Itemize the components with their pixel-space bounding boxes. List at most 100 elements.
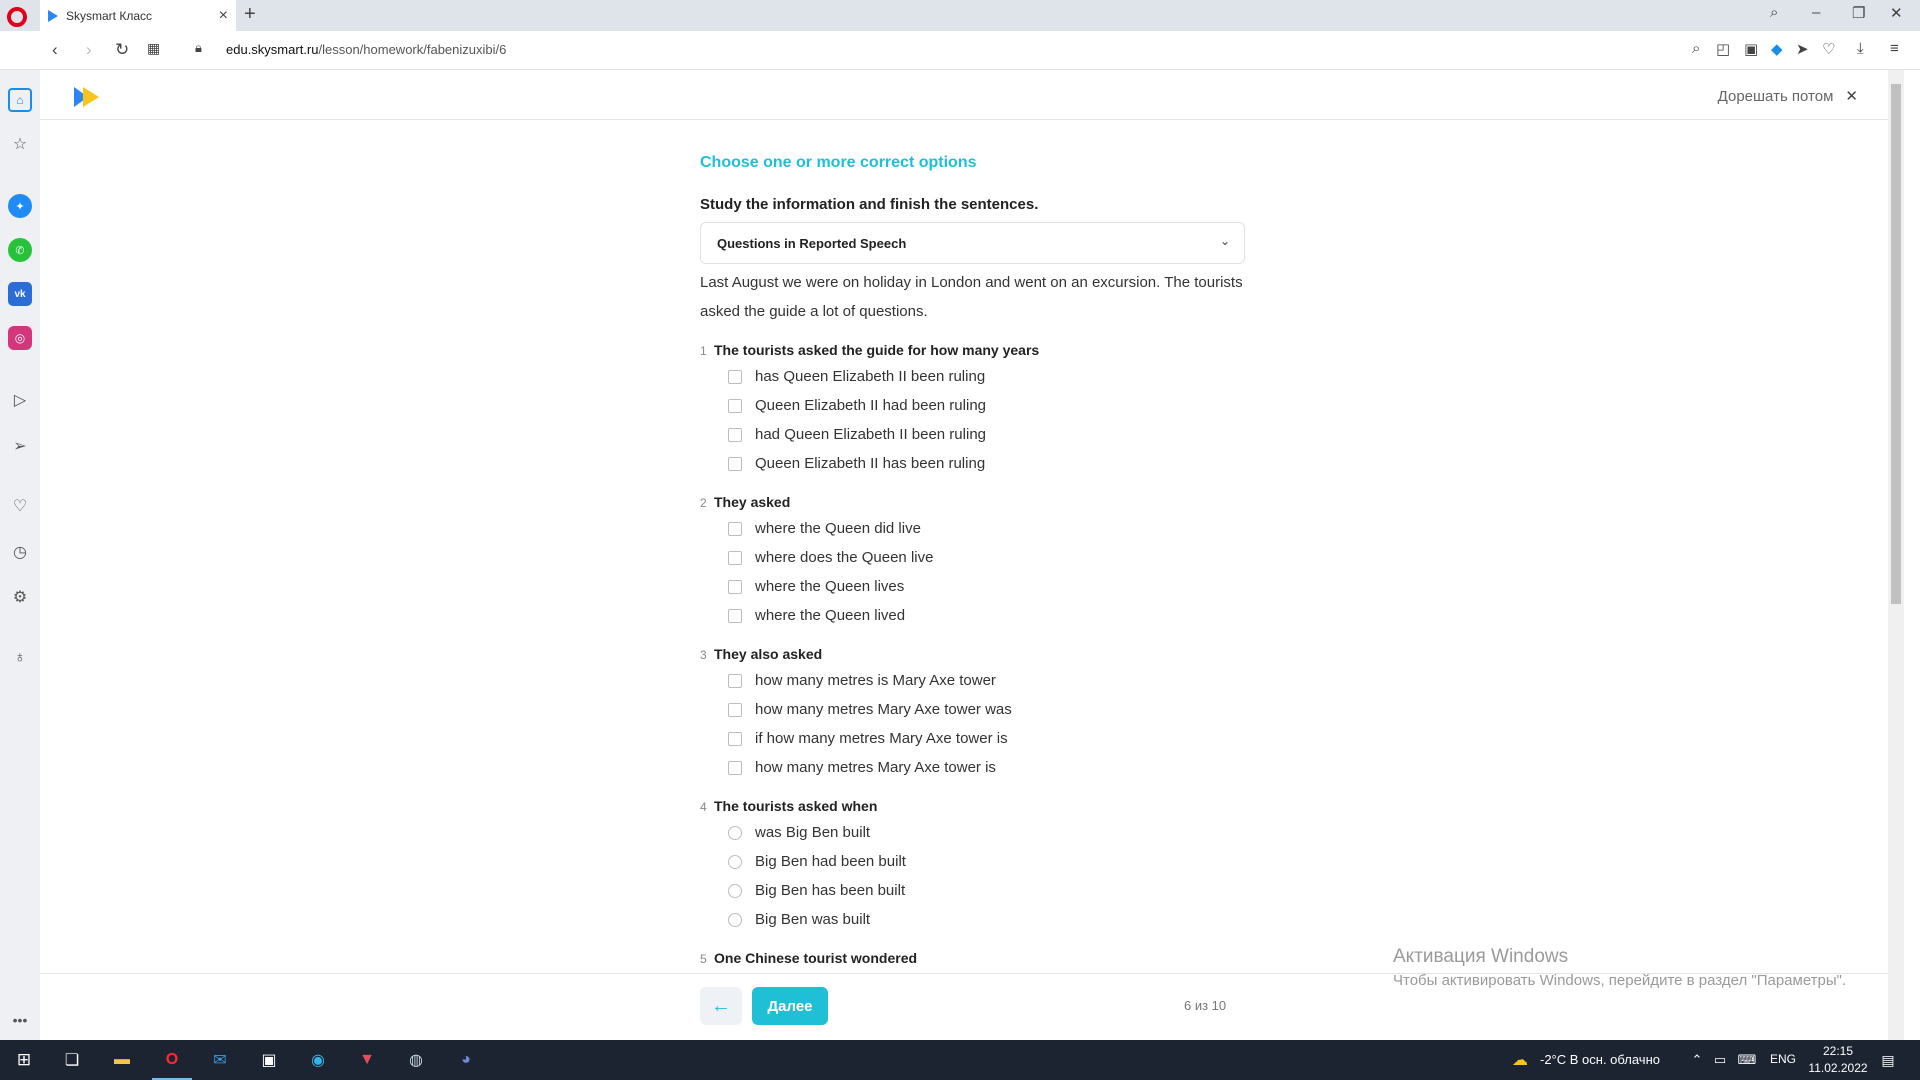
checkbox[interactable] (728, 760, 742, 775)
option-radio[interactable]: was Big Ben built (700, 818, 1245, 847)
camera-icon[interactable]: ▣ (1744, 40, 1758, 58)
my-flow-icon[interactable]: ➢ (8, 434, 32, 458)
file-explorer-icon[interactable]: ▬ (110, 1048, 134, 1072)
search-tabs-icon[interactable]: ⌕ (1770, 4, 1778, 21)
checkbox[interactable] (728, 673, 742, 688)
clock-date[interactable]: 11.02.2022 (1808, 1061, 1868, 1075)
network-icon[interactable]: ▭ (1708, 1048, 1732, 1072)
search-icon[interactable]: ⌕ (1692, 40, 1700, 57)
store-icon[interactable]: ▣ (257, 1048, 281, 1072)
checkbox[interactable] (728, 427, 742, 442)
heart-icon[interactable]: ♡ (1822, 40, 1835, 58)
option-checkbox[interactable]: where the Queen lives (700, 572, 1245, 601)
topic-dropdown-value: Questions in Reported Speech (717, 236, 907, 251)
task-type-label: Choose one or more correct options (700, 154, 977, 171)
question-1: 1 The tourists asked the guide for how ma… (700, 340, 1245, 478)
tips-lightbulb-icon[interactable]: ♁ (8, 646, 32, 670)
option-radio[interactable]: Big Ben had been built (700, 847, 1245, 876)
snapshot-icon[interactable]: ◰ (1716, 40, 1730, 58)
checkbox[interactable] (728, 702, 742, 717)
option-checkbox[interactable]: Queen Elizabeth II had been ruling (700, 391, 1245, 420)
more-icon[interactable]: ••• (8, 1008, 32, 1032)
option-checkbox[interactable]: if how many metres Mary Axe tower is (700, 724, 1245, 753)
easy-setup-icon[interactable]: ≡ (1890, 40, 1899, 57)
checkbox[interactable] (728, 608, 742, 623)
next-button[interactable]: Далее (752, 987, 828, 1025)
option-checkbox[interactable]: where the Queen did live (700, 514, 1245, 543)
messenger-icon[interactable]: ✦ (8, 194, 32, 218)
minimize-icon[interactable]: – (1812, 4, 1820, 21)
page-header: Дорешать потом ✕ (40, 70, 1904, 120)
option-checkbox[interactable]: how many metres Mary Axe tower was (700, 695, 1245, 724)
url-field[interactable]: edu.skysmart.ru/lesson/homework/fabenizu… (226, 42, 506, 57)
restore-icon[interactable]: ❐ (1852, 4, 1865, 22)
page-scrollbar[interactable] (1888, 70, 1904, 1040)
pocket-icon[interactable]: ▼ (355, 1048, 379, 1072)
checkbox[interactable] (728, 731, 742, 746)
clock-time[interactable]: 22:15 (1808, 1044, 1868, 1058)
steam-icon[interactable]: ◍ (404, 1048, 428, 1072)
option-checkbox[interactable]: where does the Queen live (700, 543, 1245, 572)
speed-dial-icon[interactable]: ▦ (147, 40, 160, 57)
skysmart-logo-icon[interactable] (74, 87, 100, 107)
bookmarks-star-icon[interactable]: ☆ (8, 132, 32, 156)
weather-icon[interactable]: ☁ (1508, 1048, 1532, 1072)
close-icon[interactable]: ✕ (1845, 88, 1858, 105)
notifications-icon[interactable]: ▤ (1876, 1048, 1900, 1072)
keyboard-icon[interactable]: ⌨ (1735, 1048, 1759, 1072)
option-radio[interactable]: Big Ben was built (700, 905, 1245, 934)
pinboard-heart-icon[interactable]: ♡ (8, 494, 32, 518)
task-content: Choose one or more correct options Study… (700, 154, 1245, 968)
option-label: where the Queen lives (755, 578, 905, 595)
back-icon[interactable]: ‹ (52, 40, 58, 60)
scrollbar-thumb[interactable] (1891, 84, 1901, 604)
solve-later-button[interactable]: Дорешать потом ✕ (1718, 87, 1858, 105)
forward-icon[interactable]: › (86, 40, 92, 60)
windows-start-icon[interactable]: ⊞ (12, 1048, 36, 1072)
discord-icon[interactable]: ◕ (454, 1048, 478, 1072)
vpn-shield-icon[interactable]: ◆ (1771, 40, 1783, 58)
whatsapp-icon[interactable]: ✆ (8, 238, 32, 262)
browser-tab[interactable]: Skysmart Класс × (40, 0, 236, 31)
option-radio[interactable]: Big Ben has been built (700, 876, 1245, 905)
opera-menu-icon[interactable] (7, 7, 27, 27)
checkbox[interactable] (728, 579, 742, 594)
option-checkbox[interactable]: how many metres Mary Axe tower is (700, 753, 1245, 782)
instagram-icon[interactable]: ◎ (8, 326, 32, 350)
input-language[interactable]: ENG (1770, 1052, 1796, 1066)
topic-dropdown[interactable]: Questions in Reported Speech ⌄ (700, 222, 1245, 264)
close-window-icon[interactable]: ✕ (1890, 4, 1903, 22)
option-checkbox[interactable]: how many metres is Mary Axe tower (700, 666, 1245, 695)
radio-button[interactable] (728, 883, 742, 898)
checkbox[interactable] (728, 456, 742, 471)
option-checkbox[interactable]: has Queen Elizabeth II been ruling (700, 362, 1245, 391)
new-tab-icon[interactable]: + (244, 3, 256, 26)
checkbox[interactable] (728, 369, 742, 384)
option-checkbox[interactable]: had Queen Elizabeth II been ruling (700, 420, 1245, 449)
option-checkbox[interactable]: where the Queen lived (700, 601, 1245, 630)
opera-taskbar-icon[interactable]: O (160, 1048, 184, 1072)
radio-button[interactable] (728, 912, 742, 927)
settings-gear-icon[interactable]: ⚙ (8, 585, 32, 609)
vk-icon[interactable]: vk (8, 282, 32, 306)
player-icon[interactable]: ▷ (8, 388, 32, 412)
home-icon[interactable]: ⌂ (8, 88, 32, 112)
task-view-icon[interactable]: ❏ (60, 1048, 84, 1072)
close-tab-icon[interactable]: × (219, 7, 228, 25)
edge-icon[interactable]: ◉ (306, 1048, 330, 1072)
previous-button[interactable]: ← (700, 987, 742, 1025)
checkbox[interactable] (728, 398, 742, 413)
flow-send-icon[interactable]: ➤ (1796, 40, 1809, 58)
mail-icon[interactable]: ✉ (208, 1048, 232, 1072)
weather-text[interactable]: -2°C В осн. облачно (1540, 1052, 1660, 1067)
reload-icon[interactable]: ↻ (115, 40, 129, 60)
radio-button[interactable] (728, 825, 742, 840)
checkbox[interactable] (728, 521, 742, 536)
radio-button[interactable] (728, 854, 742, 869)
checkbox[interactable] (728, 550, 742, 565)
option-checkbox[interactable]: Queen Elizabeth II has been ruling (700, 449, 1245, 478)
tray-chevron-up-icon[interactable]: ⌃ (1685, 1048, 1709, 1072)
browser-sidebar: ⌂ ☆ ✦ ✆ vk ◎ ▷ ➢ ♡ ◷ ⚙ ♁ ••• (0, 70, 40, 1040)
history-icon[interactable]: ◷ (8, 540, 32, 564)
download-icon[interactable]: ⤓ (1857, 40, 1864, 57)
